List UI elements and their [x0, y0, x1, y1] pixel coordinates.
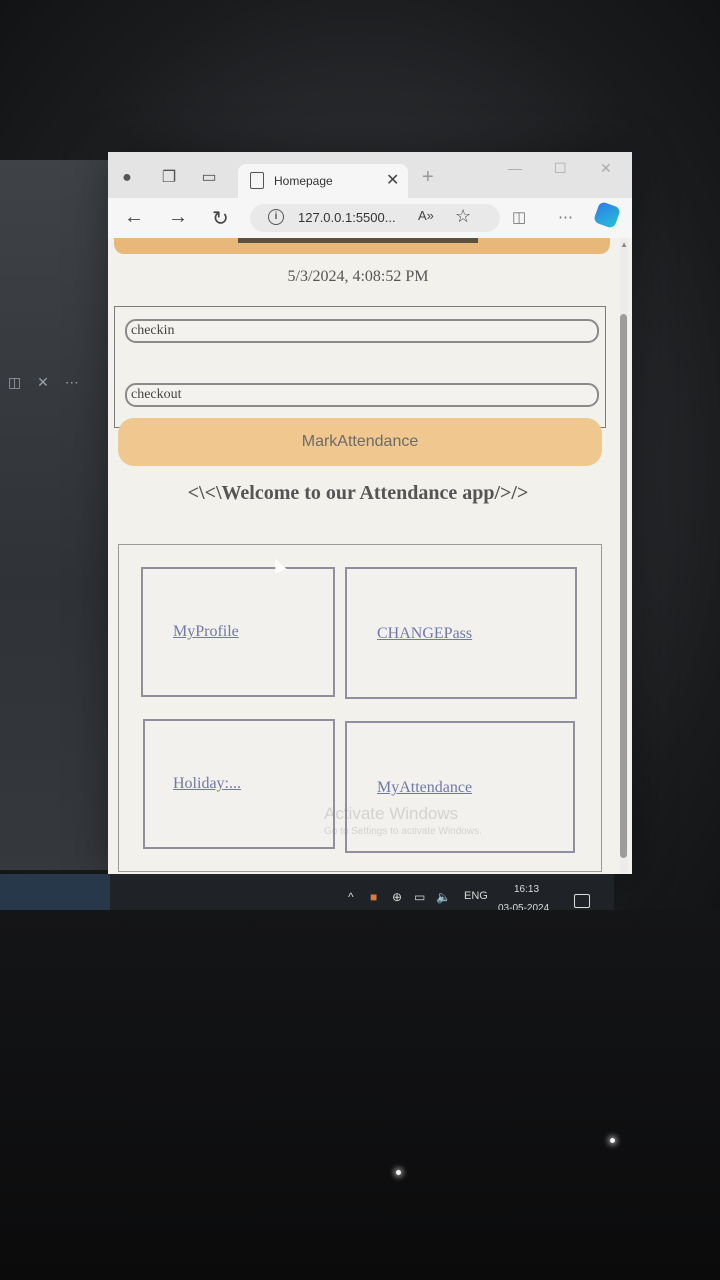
header-banner-text	[238, 238, 478, 243]
notification-icon[interactable]	[574, 894, 590, 908]
tray-app-icon[interactable]: ■	[370, 890, 377, 904]
checkout-field[interactable]: checkout	[125, 383, 599, 407]
tab-homepage[interactable]: Homepage ✕	[238, 164, 408, 198]
forward-icon[interactable]: →	[168, 206, 188, 229]
new-tab-icon[interactable]: +	[422, 166, 434, 189]
myattendance-link[interactable]: MyAttendance	[377, 779, 472, 797]
scrollbar-thumb[interactable]	[620, 314, 627, 858]
url-text: 127.0.0.1:5500...	[298, 210, 396, 225]
volume-icon[interactable]: 🔈	[436, 890, 451, 904]
refresh-icon[interactable]: ↻	[212, 206, 229, 231]
watermark-subtitle: Go to Settings to activate Windows.	[324, 826, 482, 837]
status-led	[610, 1138, 615, 1143]
mark-attendance-button[interactable]: MarkAttendance	[118, 418, 602, 466]
tab-title: Homepage	[274, 174, 333, 188]
taskbar-left-area	[0, 874, 110, 910]
welcome-heading: <\<\Welcome to our Attendance app/>/>	[187, 482, 529, 504]
status-led	[396, 1170, 401, 1175]
page-viewport: 5/3/2024, 4:08:52 PM checkin checkout Ma…	[108, 238, 632, 874]
desktop-behind-window: ◫ ✕ ⋯	[0, 160, 110, 870]
changepass-link[interactable]: CHANGEPass	[377, 625, 472, 643]
address-bar: ← → ↻ i 127.0.0.1:5500... A» ☆ ◫ ⋯	[108, 198, 632, 238]
battery-icon[interactable]: ▭	[414, 890, 425, 904]
myprofile-link[interactable]: MyProfile	[173, 623, 239, 641]
read-aloud-icon[interactable]: A»	[418, 208, 434, 223]
network-icon[interactable]: ⊕	[392, 890, 402, 904]
tab-bar: ● ❐ ▭ Homepage ✕ + — ☐ ✕	[108, 152, 632, 198]
watermark-title: Activate Windows	[324, 804, 459, 823]
attendance-form: checkin checkout	[114, 306, 606, 428]
clock-time[interactable]: 16:13	[514, 884, 539, 895]
split-screen-icon[interactable]: ◫	[512, 208, 526, 226]
profile-icon[interactable]: ●	[116, 168, 138, 188]
more-menu-icon[interactable]: ⋯	[558, 208, 573, 226]
desktop-left-icons: ◫ ✕ ⋯	[8, 374, 85, 390]
favorite-star-icon[interactable]: ☆	[455, 206, 471, 227]
url-input[interactable]: i 127.0.0.1:5500... A» ☆	[250, 204, 500, 232]
close-window-icon[interactable]: ✕	[600, 160, 612, 177]
tray-chevron-icon[interactable]: ^	[348, 890, 354, 904]
card-changepass: CHANGEPass	[345, 567, 577, 699]
card-myprofile: MyProfile	[141, 567, 335, 697]
browser-window: ● ❐ ▭ Homepage ✕ + — ☐ ✕ ← → ↻ i 127.0.0…	[108, 152, 632, 874]
header-banner	[114, 238, 610, 254]
card-holiday: Holiday:...	[143, 719, 335, 849]
scroll-up-icon[interactable]: ▲	[620, 240, 628, 249]
holiday-link[interactable]: Holiday:...	[173, 775, 241, 793]
minimize-icon[interactable]: —	[508, 160, 522, 176]
activate-windows-watermark: Activate Windows Go to Settings to activ…	[324, 804, 482, 837]
copilot-icon[interactable]	[592, 200, 622, 230]
desk-foreground	[0, 910, 720, 1280]
tab-actions-icon[interactable]: ▭	[198, 168, 220, 188]
language-indicator[interactable]: ENG	[464, 890, 488, 902]
page-icon	[250, 172, 264, 189]
back-icon[interactable]: ←	[124, 206, 144, 229]
maximize-icon[interactable]: ☐	[554, 160, 567, 177]
current-datetime: 5/3/2024, 4:08:52 PM	[287, 268, 429, 285]
site-info-icon[interactable]: i	[268, 209, 284, 225]
checkin-field[interactable]: checkin	[125, 319, 599, 343]
workspaces-icon[interactable]: ❐	[158, 168, 180, 188]
close-tab-icon[interactable]: ✕	[386, 170, 399, 190]
